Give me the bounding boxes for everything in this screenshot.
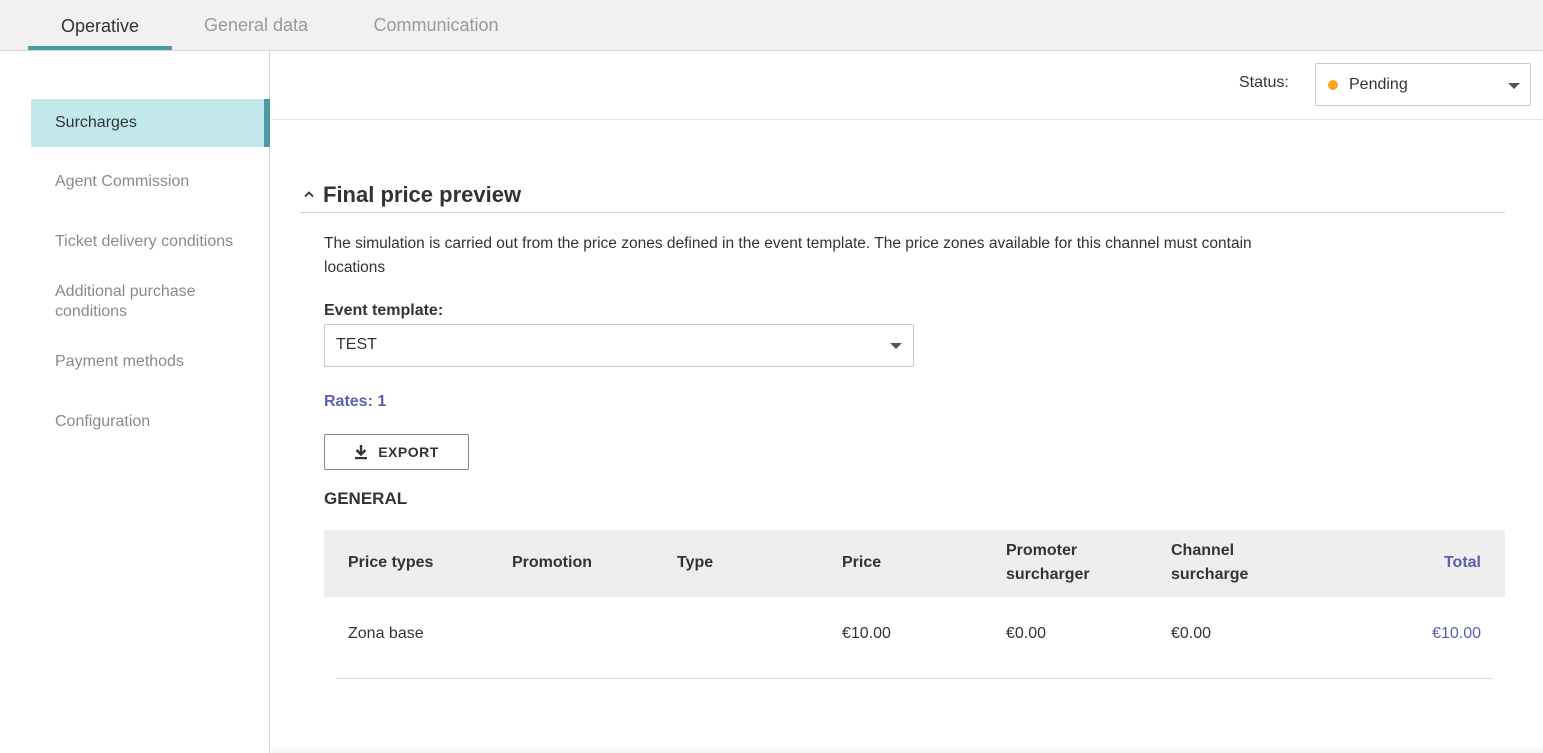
column-header-price: Price	[842, 554, 882, 571]
download-icon	[354, 444, 368, 460]
status-value: Pending	[1349, 75, 1408, 93]
column-header-price-types: Price types	[348, 554, 434, 571]
cell-price: €10.00	[842, 625, 891, 642]
export-button[interactable]: EXPORT	[324, 434, 469, 470]
section-header: Final price preview	[300, 182, 1505, 213]
event-template-select[interactable]: TEST	[324, 324, 914, 367]
cell-price-type: Zona base	[348, 625, 424, 642]
column-header-type: Type	[677, 554, 714, 571]
column-header-promotion: Promotion	[512, 554, 592, 571]
chevron-down-icon	[1508, 83, 1520, 89]
column-header-promoter-surcharge: Promoter surcharger	[1006, 542, 1090, 583]
sidebar-item-additional-purchase-conditions[interactable]: Additional purchase conditions	[31, 282, 241, 322]
header-divider	[271, 119, 1543, 120]
sidebar-item-label: Payment methods	[55, 353, 184, 370]
section-title: Final price preview	[323, 182, 522, 207]
table-row: Zona base €10.00 €0.00 €0.00 €10.00	[336, 597, 1493, 679]
section-description: The simulation is carried out from the p…	[324, 235, 1252, 276]
cell-channel-surcharge: €0.00	[1171, 625, 1212, 642]
event-template-label: Event template:	[324, 302, 444, 319]
chevron-down-icon	[890, 343, 902, 349]
status-select[interactable]: Pending	[1315, 63, 1531, 106]
rates-count: Rates: 1	[324, 393, 387, 410]
cell-promoter-surcharge: €0.00	[1006, 625, 1047, 642]
sidebar-item-label: Agent Commission	[55, 173, 190, 190]
sidebar-item-configuration[interactable]: Configuration	[31, 412, 270, 432]
column-header-total: Total	[1443, 554, 1481, 571]
sidebar-item-agent-commission[interactable]: Agent Commission	[31, 172, 270, 192]
tab-operative[interactable]: Operative	[28, 0, 172, 50]
sidebar-item-label: Surcharges	[55, 114, 137, 131]
sidebar-item-payment-methods[interactable]: Payment methods	[31, 352, 270, 372]
status-indicator-dot	[1328, 79, 1338, 90]
cell-total: €10.00	[1432, 625, 1481, 642]
event-template-value: TEST	[336, 336, 377, 353]
sidebar: Surcharges Agent Commission Ticket deliv…	[0, 51, 270, 753]
top-tab-bar: Operative General data Communication	[0, 0, 1543, 51]
column-header-channel-surcharge: Channel surcharge	[1171, 542, 1249, 583]
sidebar-item-label: Configuration	[55, 413, 151, 430]
export-button-label: EXPORT	[378, 444, 439, 460]
chevron-up-icon[interactable]	[304, 190, 314, 198]
tab-general-data[interactable]: General data	[188, 0, 324, 50]
sidebar-item-ticket-delivery-conditions[interactable]: Ticket delivery conditions	[31, 232, 270, 252]
sidebar-item-label: Additional purchase conditions	[55, 283, 196, 320]
sidebar-item-label: Ticket delivery conditions	[55, 233, 234, 250]
status-label: Status:	[1239, 74, 1289, 91]
table-header: Price types Promotion Type Price Promote…	[324, 530, 1505, 597]
group-title: GENERAL	[324, 489, 408, 508]
tab-communication[interactable]: Communication	[356, 0, 516, 50]
sidebar-item-surcharges[interactable]: Surcharges	[31, 99, 270, 147]
bottom-shadow	[271, 745, 1543, 753]
